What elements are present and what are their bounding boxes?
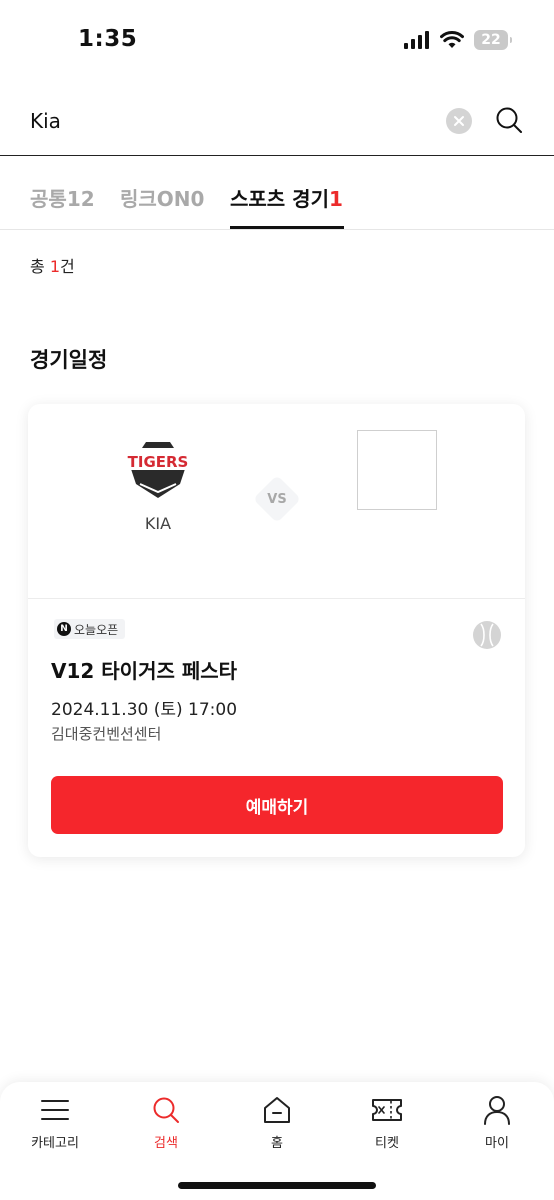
result-count-number: 1 (49, 257, 60, 276)
search-bar (0, 84, 554, 156)
search-input[interactable] (30, 106, 410, 136)
tab-count: 1 (328, 187, 343, 211)
nav-label: 티켓 (375, 1136, 399, 1151)
tab-count: 0 (190, 187, 205, 211)
nav-my[interactable]: 마이 (452, 1094, 542, 1160)
result-tabs: 공통12 링크ON0 스포츠 경기1 (0, 158, 554, 230)
open-today-badge: N 오늘오픈 (54, 619, 126, 639)
ticket-icon (372, 1099, 402, 1121)
event-card[interactable]: TIGERS KIA VS N 오늘오픈 V12 타이거즈 페스타 2024.1… (28, 404, 525, 857)
tab-count: 12 (66, 187, 95, 211)
event-datetime: 2024.11.30 (토) 17:00 (51, 700, 238, 720)
nav-label: 홈 (271, 1136, 283, 1151)
matchup: TIGERS KIA VS (28, 404, 525, 599)
open-today-label: 오늘오픈 (74, 622, 119, 637)
team-logo-text: TIGERS (128, 453, 189, 471)
close-icon (454, 116, 464, 126)
status-bar: 1:35 22 (0, 0, 554, 84)
nav-home[interactable]: 홈 (232, 1094, 322, 1160)
bottom-nav: 카테고리 검색 홈 티켓 마이 (0, 1082, 554, 1200)
tab-link-on[interactable]: 링크ON0 (120, 183, 204, 212)
tab-sports-games[interactable]: 스포츠 경기1 (230, 183, 343, 212)
n-icon: N (57, 622, 71, 636)
tab-common[interactable]: 공통12 (30, 183, 95, 212)
event-title: V12 타이거즈 페스타 (51, 659, 238, 683)
menu-icon (41, 1100, 69, 1120)
baseball-icon (473, 621, 501, 649)
tab-label: 링크ON (120, 187, 191, 211)
active-tab-indicator (230, 226, 344, 229)
status-icons: 22 (404, 30, 512, 50)
nav-category[interactable]: 카테고리 (10, 1094, 100, 1160)
home-indicator (178, 1182, 376, 1189)
nav-ticket[interactable]: 티켓 (342, 1094, 432, 1160)
nav-label: 마이 (485, 1136, 509, 1151)
vs-badge: VS (252, 474, 302, 524)
clear-search-button[interactable] (446, 108, 472, 134)
battery-indicator: 22 (474, 30, 512, 50)
battery-level: 22 (481, 32, 501, 48)
search-icon (496, 107, 522, 133)
result-count-suffix: 건 (60, 257, 75, 276)
tab-label: 공통 (30, 187, 67, 211)
status-time: 1:35 (78, 26, 138, 52)
wifi-icon (440, 31, 464, 48)
section-title: 경기일정 (30, 348, 108, 372)
book-button[interactable]: 예매하기 (51, 776, 503, 834)
event-venue: 김대중컨벤션센터 (51, 725, 162, 743)
user-icon (484, 1096, 510, 1125)
vs-label: VS (267, 491, 287, 507)
search-icon (153, 1097, 179, 1123)
result-count: 총 1건 (30, 253, 75, 277)
tab-label: 스포츠 경기 (230, 187, 329, 211)
home-icon (264, 1097, 290, 1123)
nav-search[interactable]: 검색 (121, 1094, 211, 1160)
kia-tigers-logo: TIGERS (122, 442, 194, 498)
opponent-logo-placeholder (357, 430, 437, 510)
nav-label: 검색 (154, 1136, 178, 1151)
result-count-prefix: 총 (30, 257, 50, 276)
search-button[interactable] (494, 105, 524, 135)
signal-icon (404, 31, 429, 49)
nav-label: 카테고리 (31, 1136, 79, 1151)
home-team-name: KIA (144, 514, 172, 533)
